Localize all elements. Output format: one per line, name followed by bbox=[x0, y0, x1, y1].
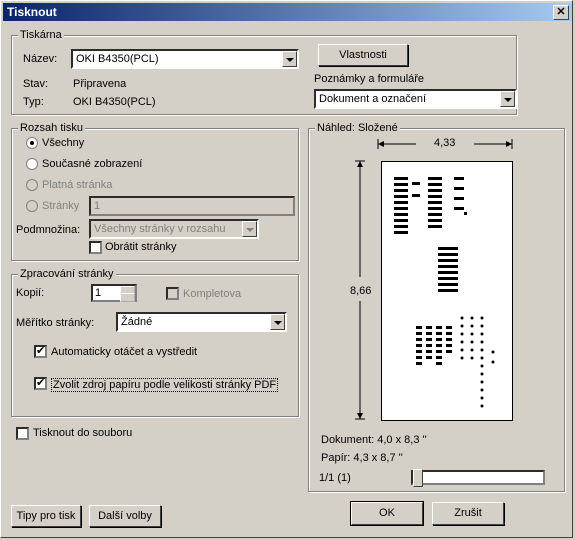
height-dimension-value: 8,66 bbox=[350, 285, 372, 297]
chevron-down-icon[interactable] bbox=[282, 51, 297, 67]
stepper-down-icon[interactable] bbox=[120, 293, 135, 302]
subset-label: Podmnožina: bbox=[16, 224, 81, 236]
chevron-down-icon[interactable] bbox=[500, 91, 515, 107]
range-pages-label: Stránky bbox=[42, 200, 80, 212]
page-content-thumbnail bbox=[394, 177, 495, 408]
title-bar[interactable]: Tisknout ✕ bbox=[3, 3, 572, 21]
notes-forms-value: Dokument a označení bbox=[319, 93, 427, 105]
range-all-label[interactable]: Všechny bbox=[42, 137, 84, 149]
printer-group-label: Tiskárna bbox=[18, 29, 64, 41]
printer-status-label: Stav: bbox=[23, 78, 49, 90]
range-current-view-radio[interactable] bbox=[26, 158, 38, 170]
range-current-view-label[interactable]: Současné zobrazení bbox=[42, 158, 142, 170]
page-preview bbox=[381, 161, 513, 421]
window-title: Tisknout bbox=[7, 5, 57, 19]
print-range-label: Rozsah tisku bbox=[18, 122, 85, 134]
properties-button[interactable]: Vlastnosti bbox=[318, 44, 408, 66]
copies-label: Kopií: bbox=[16, 287, 45, 299]
reverse-pages-label[interactable]: Obrátit stránky bbox=[105, 241, 177, 253]
close-icon[interactable]: ✕ bbox=[553, 5, 569, 20]
paper-source-checkbox[interactable] bbox=[34, 376, 47, 390]
printer-type-value: OKI B4350(PCL) bbox=[73, 96, 156, 108]
width-dimension-value: 4,33 bbox=[434, 137, 456, 149]
subset-select: Všechny stránky v rozsahu bbox=[89, 219, 259, 239]
auto-rotate-checkbox[interactable] bbox=[34, 344, 47, 358]
printer-name-value: OKI B4350(PCL) bbox=[76, 53, 159, 65]
printer-name-label: Název: bbox=[23, 53, 58, 65]
range-pages-radio bbox=[26, 200, 38, 212]
collate-label: Kompletova bbox=[183, 288, 242, 300]
notes-forms-select[interactable]: Dokument a označení bbox=[314, 89, 517, 109]
paper-size: Papír: 4,3 x 8,7 '' bbox=[321, 452, 403, 464]
cancel-button[interactable]: Zrušit bbox=[432, 502, 504, 525]
more-options-button[interactable]: Další volby bbox=[89, 505, 161, 527]
page-counter: 1/1 (1) bbox=[319, 472, 351, 484]
print-to-file-checkbox[interactable] bbox=[16, 427, 29, 440]
ok-button[interactable]: OK bbox=[350, 501, 424, 526]
copies-value: 1 bbox=[95, 287, 102, 299]
pages-input-value: 1 bbox=[94, 200, 101, 212]
subset-value: Všechny stránky v rozsahu bbox=[94, 223, 226, 235]
printer-type-label: Typ: bbox=[23, 96, 44, 108]
paper-source-label[interactable]: Zvolit zdroj papíru podle velikosti strá… bbox=[51, 378, 279, 392]
page-handling-label: Zpracování stránky bbox=[18, 268, 116, 280]
notes-forms-label: Poznámky a formuláře bbox=[314, 73, 425, 85]
page-scaling-value: Žádné bbox=[121, 316, 153, 328]
chevron-down-icon[interactable] bbox=[270, 314, 285, 330]
printer-status-value: Připravena bbox=[73, 78, 127, 90]
reverse-pages-checkbox[interactable] bbox=[89, 241, 102, 254]
document-size: Dokument: 4,0 x 8,3 '' bbox=[321, 434, 427, 446]
print-dialog: Tisknout ✕ Tiskárna Název: OKI B4350(PCL… bbox=[0, 0, 573, 538]
page-scaling-select[interactable]: Žádné bbox=[116, 312, 287, 332]
auto-rotate-label[interactable]: Automaticky otáčet a vystředit bbox=[51, 346, 197, 358]
copies-stepper[interactable]: 1 bbox=[91, 284, 137, 302]
collate-checkbox bbox=[166, 287, 179, 300]
slider-handle[interactable] bbox=[413, 469, 423, 487]
range-current-page-radio bbox=[26, 179, 38, 191]
preview-label: Náhled: Složené bbox=[315, 122, 400, 134]
printer-name-select[interactable]: OKI B4350(PCL) bbox=[71, 49, 299, 69]
pages-input: 1 bbox=[89, 196, 295, 216]
range-all-radio[interactable] bbox=[26, 137, 38, 149]
preview-page-slider[interactable] bbox=[411, 469, 545, 487]
page-scaling-label: Měřítko stránky: bbox=[16, 317, 95, 329]
print-tips-button[interactable]: Tipy pro tisk bbox=[11, 505, 81, 527]
chevron-down-icon bbox=[242, 221, 257, 237]
print-to-file-label[interactable]: Tisknout do souboru bbox=[33, 427, 132, 439]
range-current-page-label: Platná stránka bbox=[42, 179, 113, 191]
